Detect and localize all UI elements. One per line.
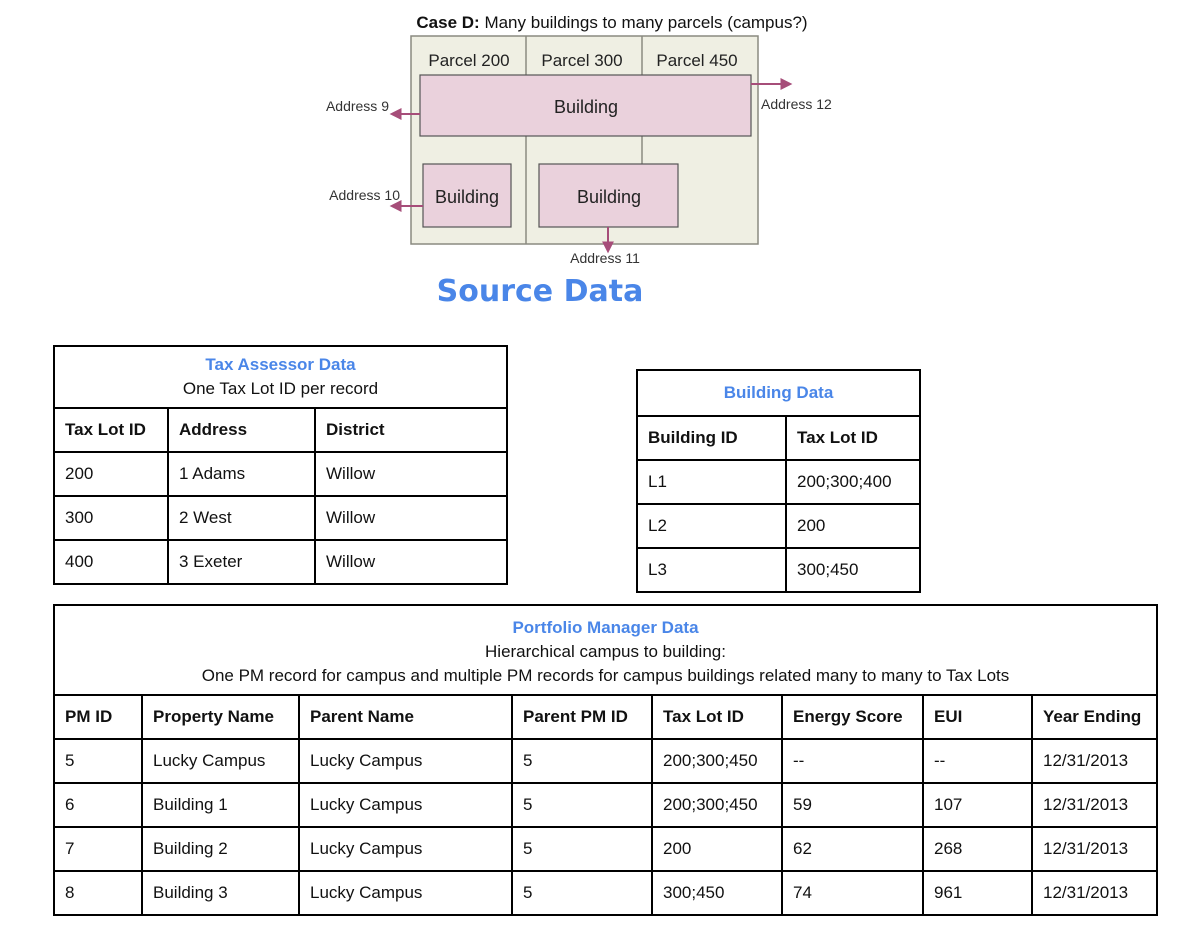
table-subtitle: One Tax Lot ID per record: [182, 379, 379, 398]
table-row: 200 1 Adams Willow: [53, 451, 508, 497]
table-cell: 59: [781, 782, 924, 828]
column-header: Property Name: [141, 694, 300, 740]
table-subtitle: Hierarchical campus to building:: [485, 642, 726, 661]
tax-assessor-table: Tax Assessor Data One Tax Lot ID per rec…: [53, 345, 508, 585]
table-cell: Lucky Campus: [298, 870, 513, 916]
table-cell: L3: [636, 547, 787, 593]
table-cell: 5: [53, 738, 143, 784]
table-cell: 6: [53, 782, 143, 828]
table-cell: 268: [922, 826, 1033, 872]
table-row: 400 3 Exeter Willow: [53, 539, 508, 585]
table-cell: Lucky Campus: [298, 782, 513, 828]
table-row: 6 Building 1 Lucky Campus 5 200;300;450 …: [53, 782, 1158, 828]
table-cell: Willow: [314, 451, 508, 497]
table-row: L3 300;450: [636, 547, 921, 593]
table-cell: L1: [636, 459, 787, 505]
section-title: Source Data: [436, 274, 644, 309]
table-row: L2 200: [636, 503, 921, 549]
table-cell: 5: [511, 738, 653, 784]
table-cell: Lucky Campus: [298, 826, 513, 872]
parcel-label: Parcel 300: [541, 51, 622, 70]
table-cell: 2 West: [167, 495, 316, 541]
header-row: Building ID Tax Lot ID: [636, 415, 921, 461]
table-cell: 200: [785, 503, 921, 549]
address-label: Address 11: [570, 250, 640, 266]
table-cell: Building 3: [141, 870, 300, 916]
table-cell: Willow: [314, 495, 508, 541]
table-cell: 12/31/2013: [1031, 826, 1158, 872]
table-cell: 107: [922, 782, 1033, 828]
table-cell: 300;450: [785, 547, 921, 593]
table-cell: 5: [511, 870, 653, 916]
table-cell: L2: [636, 503, 787, 549]
column-header: Building ID: [636, 415, 787, 461]
table-cell: 200;300;450: [651, 782, 783, 828]
table-caption: Tax Assessor Data One Tax Lot ID per rec…: [53, 345, 508, 409]
table-cell: 961: [922, 870, 1033, 916]
table-row: L1 200;300;400: [636, 459, 921, 505]
table-subtitle: One PM record for campus and multiple PM…: [201, 666, 1010, 685]
table-cell: 62: [781, 826, 924, 872]
table-cell: 5: [511, 826, 653, 872]
table-title: Portfolio Manager Data: [512, 618, 699, 637]
column-header: Tax Lot ID: [651, 694, 783, 740]
table-row: 7 Building 2 Lucky Campus 5 200 62 268 1…: [53, 826, 1158, 872]
building-data-table: Building Data Building ID Tax Lot ID L1 …: [636, 369, 921, 593]
column-header: Address: [167, 407, 316, 453]
header-row: Tax Lot ID Address District: [53, 407, 508, 453]
table-caption: Portfolio Manager Data Hierarchical camp…: [53, 604, 1158, 696]
table-cell: --: [922, 738, 1033, 784]
table-cell: 5: [511, 782, 653, 828]
address-label: Address 12: [761, 96, 832, 112]
table-cell: 12/31/2013: [1031, 738, 1158, 784]
column-header: Tax Lot ID: [785, 415, 921, 461]
table-cell: Building 2: [141, 826, 300, 872]
building-label: Building: [554, 97, 618, 117]
table-cell: 1 Adams: [167, 451, 316, 497]
table-cell: 74: [781, 870, 924, 916]
table-cell: 7: [53, 826, 143, 872]
table-cell: 12/31/2013: [1031, 870, 1158, 916]
header-row: PM ID Property Name Parent Name Parent P…: [53, 694, 1158, 740]
table-cell: 300: [53, 495, 169, 541]
table-cell: 200: [651, 826, 783, 872]
table-cell: Lucky Campus: [298, 738, 513, 784]
table-row: 8 Building 3 Lucky Campus 5 300;450 74 9…: [53, 870, 1158, 916]
column-header: District: [314, 407, 508, 453]
campus-diagram: Case D: Many buildings to many parcels (…: [326, 13, 832, 266]
table-cell: 12/31/2013: [1031, 782, 1158, 828]
parcel-label: Parcel 450: [656, 51, 737, 70]
table-cell: 200: [53, 451, 169, 497]
table-row: 300 2 West Willow: [53, 495, 508, 541]
address-label: Address 9: [326, 98, 389, 114]
column-header: EUI: [922, 694, 1033, 740]
table-cell: 3 Exeter: [167, 539, 316, 585]
table-title: Building Data: [723, 383, 834, 402]
column-header: Energy Score: [781, 694, 924, 740]
column-header: Parent Name: [298, 694, 513, 740]
table-cell: 300;450: [651, 870, 783, 916]
table-cell: 8: [53, 870, 143, 916]
table-cell: Lucky Campus: [141, 738, 300, 784]
table-cell: 200;300;450: [651, 738, 783, 784]
table-cell: Willow: [314, 539, 508, 585]
table-cell: 400: [53, 539, 169, 585]
table-cell: Building 1: [141, 782, 300, 828]
diagram-title: Case D: Many buildings to many parcels (…: [416, 13, 807, 32]
table-row: 5 Lucky Campus Lucky Campus 5 200;300;45…: [53, 738, 1158, 784]
building-label: Building: [577, 187, 641, 207]
address-label: Address 10: [329, 187, 400, 203]
portfolio-manager-table: Portfolio Manager Data Hierarchical camp…: [53, 604, 1158, 916]
building-label: Building: [435, 187, 499, 207]
table-cell: --: [781, 738, 924, 784]
column-header: Tax Lot ID: [53, 407, 169, 453]
table-caption: Building Data: [636, 369, 921, 417]
column-header: Parent PM ID: [511, 694, 653, 740]
table-cell: 200;300;400: [785, 459, 921, 505]
parcel-label: Parcel 200: [428, 51, 509, 70]
table-title: Tax Assessor Data: [205, 355, 356, 374]
column-header: Year Ending: [1031, 694, 1158, 740]
column-header: PM ID: [53, 694, 143, 740]
